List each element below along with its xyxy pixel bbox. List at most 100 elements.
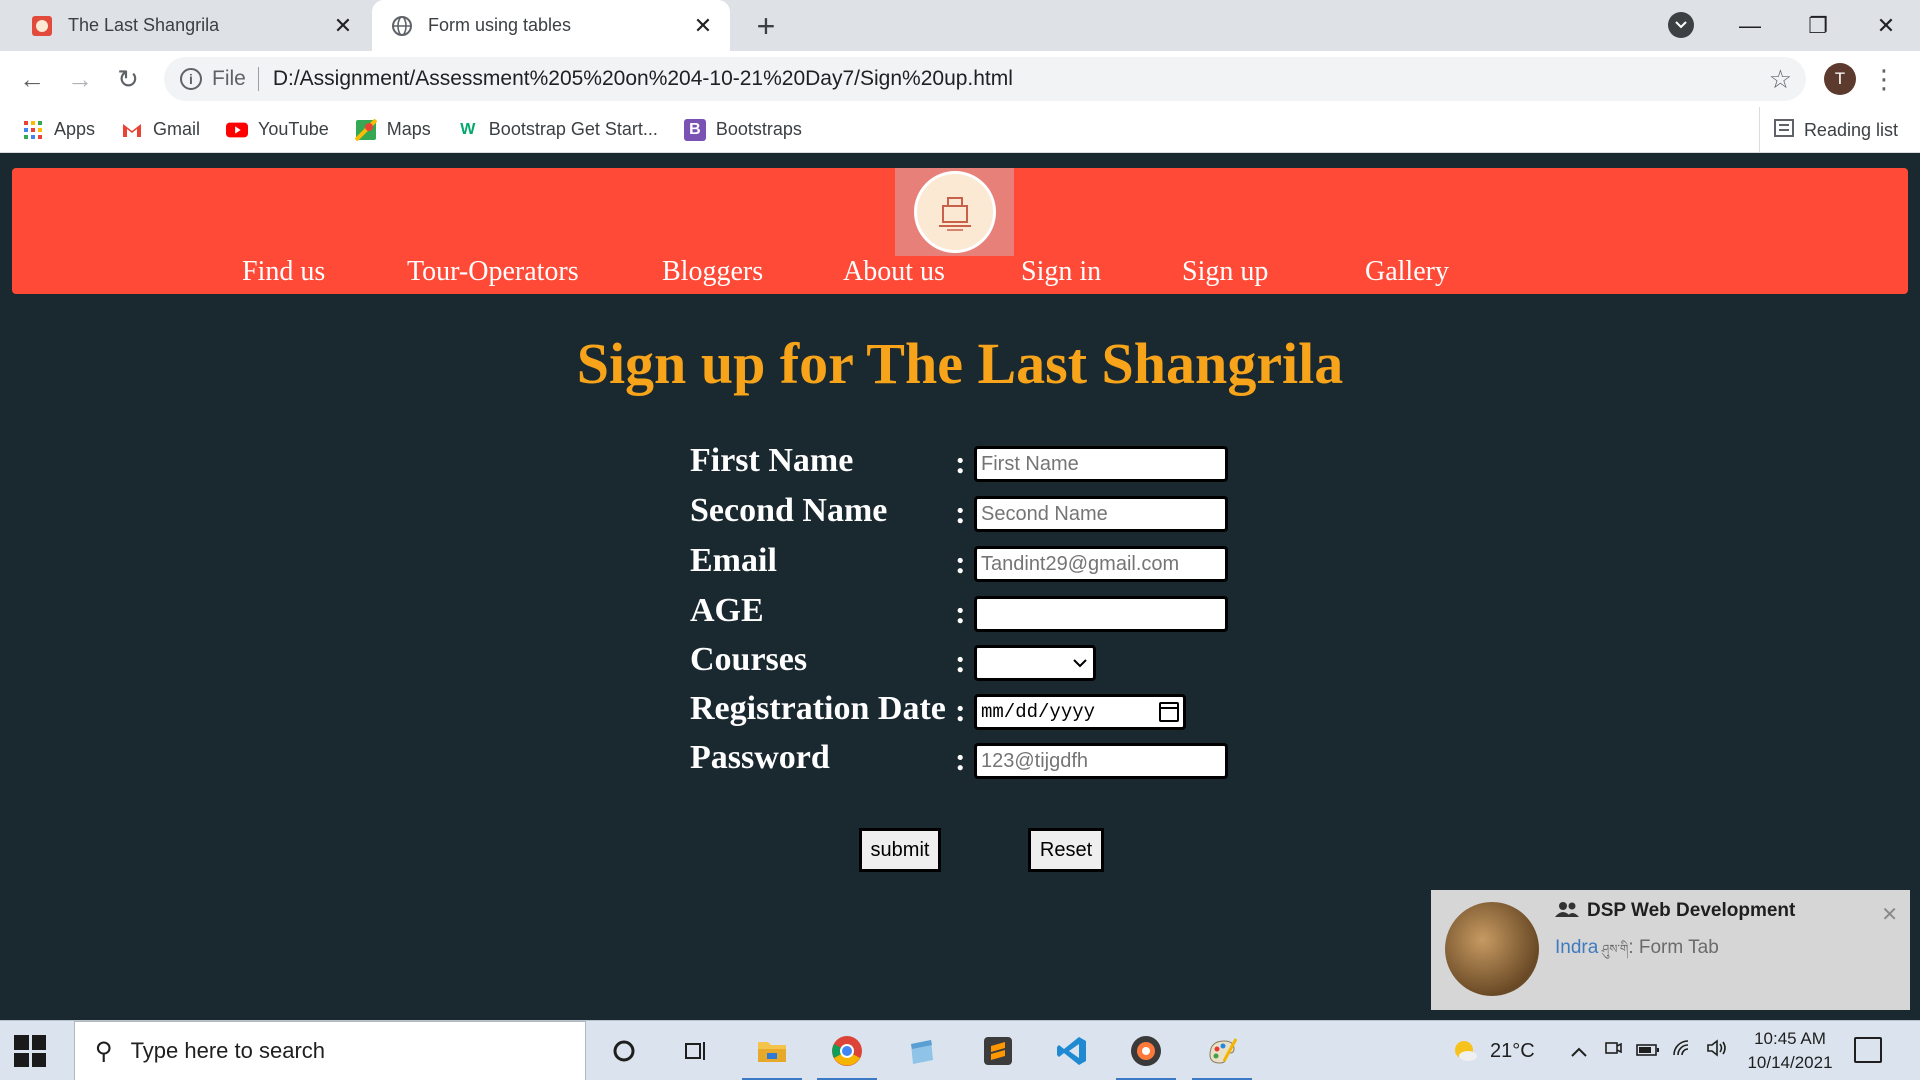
close-icon[interactable]: ✕	[328, 11, 358, 41]
taskbar-clock[interactable]: 10:45 AM 10/14/2021	[1740, 1027, 1840, 1075]
youtube-icon	[226, 119, 249, 141]
url-scheme: File	[212, 67, 246, 90]
forward-arrow-icon[interactable]: →	[62, 61, 98, 97]
minimize-icon[interactable]: —	[1716, 0, 1784, 51]
task-view-icon[interactable]	[674, 1029, 718, 1073]
back-arrow-icon[interactable]: ←	[14, 61, 50, 97]
second-name-input[interactable]	[974, 496, 1228, 532]
courses-label: Courses	[690, 641, 808, 678]
file-explorer-icon[interactable]	[742, 1029, 802, 1080]
colon: :	[955, 643, 966, 679]
gmail-icon	[121, 119, 143, 141]
site-info-icon[interactable]: i	[180, 68, 202, 90]
restore-icon[interactable]: ❐	[1784, 0, 1852, 51]
bookmark-bootstrap-get-started[interactable]: W Bootstrap Get Start...	[457, 119, 658, 141]
weather-temp: 21°C	[1490, 1039, 1535, 1062]
colon: :	[955, 494, 966, 530]
windows-start-icon[interactable]	[14, 1035, 46, 1067]
bookmark-youtube[interactable]: YouTube	[226, 119, 329, 141]
bookmark-star-icon[interactable]: ☆	[1769, 64, 1792, 95]
taskbar-search-box[interactable]: ⚲ Type here to search	[74, 1021, 586, 1080]
weather-widget[interactable]: 21°C	[1450, 1021, 1535, 1080]
new-tab-plus-icon[interactable]: +	[748, 8, 784, 44]
chrome-icon[interactable]	[817, 1029, 877, 1080]
form-row-registration-date: Registration Date : mm/dd/yyyy	[690, 690, 1250, 730]
window-controls: — ❐ ✕	[1716, 0, 1920, 51]
address-bar[interactable]: i File D:/Assignment/Assessment%205%20on…	[164, 57, 1806, 101]
window-close-icon[interactable]: ✕	[1852, 0, 1920, 51]
close-icon[interactable]: ✕	[1881, 902, 1898, 927]
chevron-up-icon[interactable]	[1562, 1040, 1596, 1063]
close-icon[interactable]: ✕	[688, 11, 718, 41]
vscode-icon[interactable]	[1050, 1029, 1094, 1073]
reset-button[interactable]: Reset	[1028, 828, 1104, 872]
nav-tour-operators[interactable]: Tour-Operators	[407, 256, 579, 288]
meet-now-icon[interactable]	[1596, 1038, 1630, 1064]
bookmark-apps[interactable]: Apps	[22, 119, 95, 141]
nav-sign-up[interactable]: Sign up	[1182, 256, 1268, 288]
sublime-text-icon[interactable]	[976, 1029, 1020, 1073]
people-icon	[1555, 901, 1579, 922]
submit-button[interactable]: submit	[859, 828, 941, 872]
courses-select[interactable]	[974, 645, 1096, 681]
tab-form-using-tables[interactable]: Form using tables ✕	[372, 0, 730, 51]
nav-gallery[interactable]: Gallery	[1365, 256, 1449, 288]
age-label: AGE	[690, 592, 764, 629]
colon: :	[955, 594, 966, 630]
battery-icon[interactable]	[1630, 1040, 1666, 1063]
cortana-icon[interactable]	[602, 1029, 646, 1073]
form-row-email: Email :	[690, 542, 1250, 582]
bootstrap-icon: B	[683, 118, 706, 141]
tab-title: Form using tables	[428, 15, 572, 35]
bookmark-gmail[interactable]: Gmail	[121, 119, 200, 141]
reload-icon[interactable]: ↻	[110, 61, 146, 97]
globe-icon	[390, 14, 414, 38]
sender-avatar	[1445, 902, 1539, 996]
wifi-icon[interactable]	[1666, 1039, 1700, 1063]
calendar-icon[interactable]	[1159, 702, 1179, 722]
notification-message: Indra ཤུས་གི: Form Tab	[1555, 936, 1719, 970]
reading-list-button[interactable]: Reading list	[1758, 107, 1898, 153]
form-row-courses: Courses :	[690, 641, 1250, 681]
nav-about-us[interactable]: About us	[843, 256, 945, 288]
tab-the-last-shangrila[interactable]: The Last Shangrila ✕	[14, 0, 370, 51]
shangrila-logo-icon	[913, 171, 996, 253]
action-center-icon[interactable]	[1854, 1037, 1882, 1063]
search-placeholder: Type here to search	[130, 1038, 326, 1063]
volume-icon[interactable]	[1700, 1039, 1734, 1063]
nav-sign-in[interactable]: Sign in	[1021, 256, 1101, 288]
clock-time: 10:45 AM	[1754, 1029, 1826, 1048]
site-logo[interactable]	[895, 168, 1014, 256]
second-name-label: Second Name	[690, 492, 888, 529]
bookmark-maps[interactable]: Maps	[354, 118, 431, 141]
password-input[interactable]	[974, 743, 1228, 779]
colon: :	[955, 444, 966, 480]
nav-bloggers[interactable]: Bloggers	[662, 256, 763, 288]
tab-search-icon[interactable]	[1668, 12, 1694, 38]
age-input[interactable]	[974, 596, 1228, 632]
paint-icon[interactable]	[1192, 1029, 1252, 1080]
bookmark-label: Bootstrap Get Start...	[488, 119, 658, 139]
sender-suffix: ཤུས་གི	[1598, 942, 1629, 956]
chat-notification[interactable]: DSP Web Development Indra ཤུས་གི: Form T…	[1431, 890, 1910, 1010]
profile-avatar[interactable]: T	[1824, 63, 1856, 95]
registration-date-input[interactable]: mm/dd/yyyy	[974, 694, 1186, 730]
colon: :	[955, 741, 966, 777]
maps-icon	[354, 118, 377, 141]
more-menu-icon[interactable]: ⋮	[1871, 63, 1897, 95]
email-input[interactable]	[974, 546, 1228, 582]
clock-date: 10/14/2021	[1747, 1053, 1833, 1072]
bookmark-bootstraps[interactable]: B Bootstraps	[683, 118, 802, 141]
email-label: Email	[690, 542, 777, 579]
notepad-icon[interactable]	[900, 1029, 944, 1073]
omnibox-divider	[257, 67, 259, 91]
media-player-icon[interactable]	[1116, 1029, 1176, 1080]
form-row-password: Password :	[690, 739, 1250, 779]
registration-date-label: Registration Date	[690, 690, 946, 727]
tab-title: The Last Shangrila	[68, 15, 220, 35]
reading-list-icon	[1773, 118, 1794, 142]
first-name-input[interactable]	[974, 446, 1228, 482]
system-tray	[1562, 1021, 1734, 1080]
url-text[interactable]: D:/Assignment/Assessment%205%20on%204-10…	[273, 67, 1013, 91]
nav-find-us[interactable]: Find us	[242, 256, 325, 288]
